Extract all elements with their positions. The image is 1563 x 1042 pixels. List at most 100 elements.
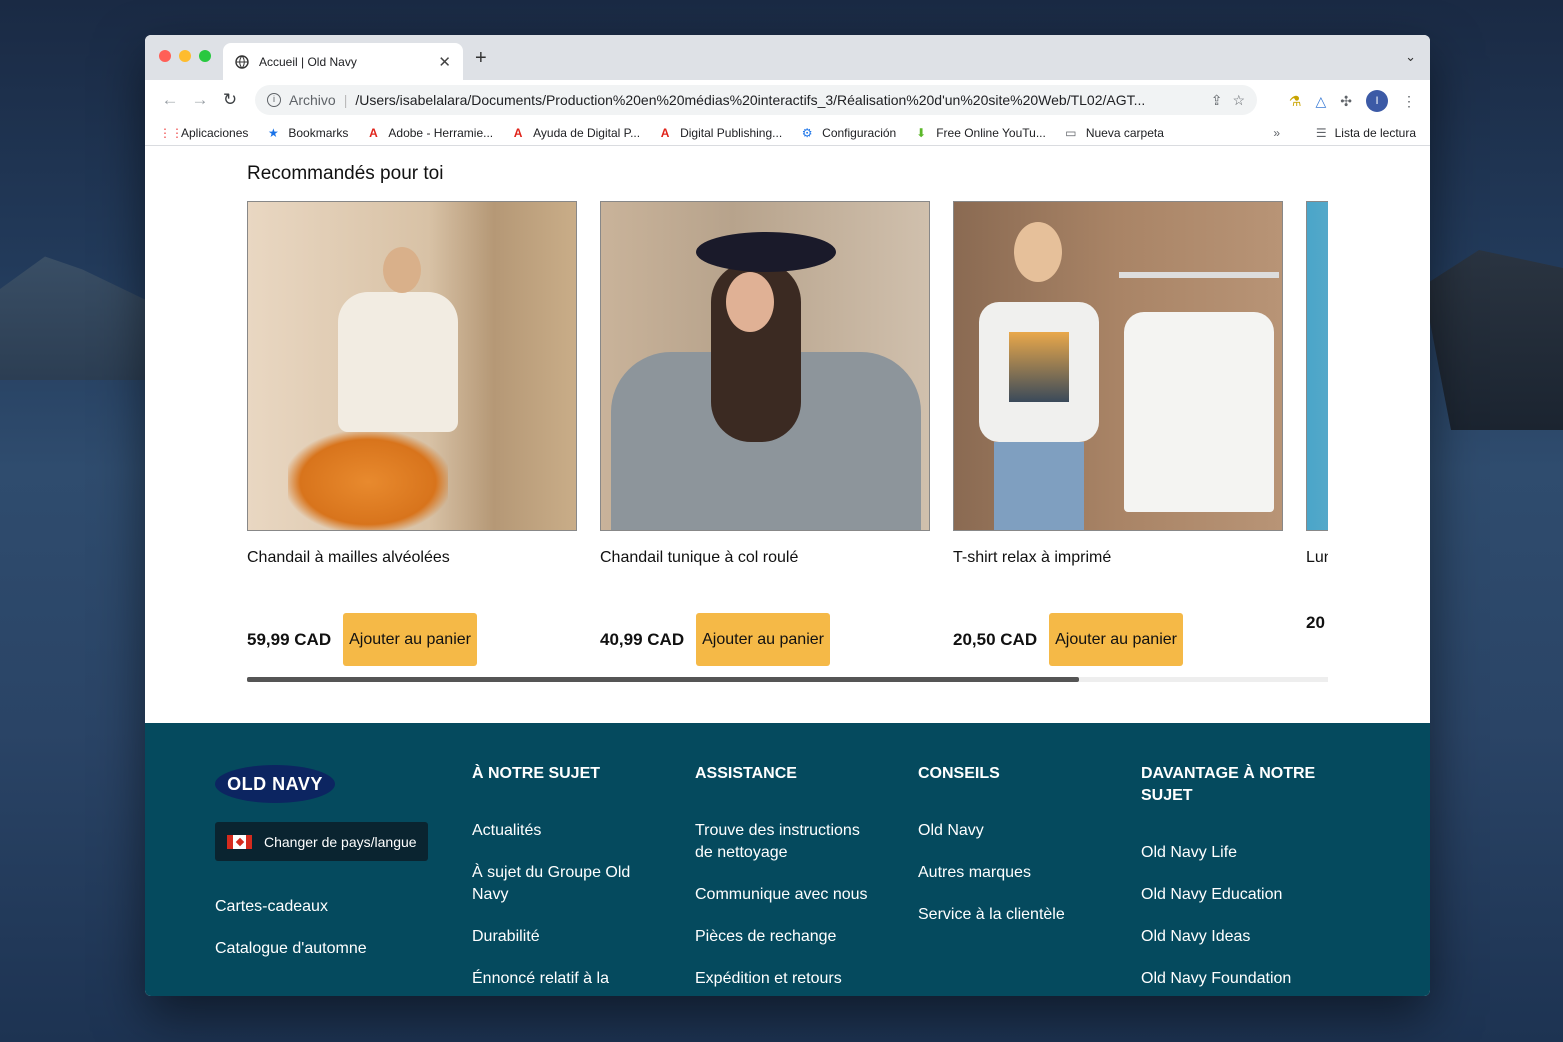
- product-card[interactable]: Chandail à mailles alvéolées 59,99 CAD A…: [247, 201, 577, 666]
- adobe-icon: A: [513, 125, 523, 140]
- window-controls: [159, 50, 211, 62]
- tab-strip: Accueil | Old Navy ✕ + ⌄: [145, 35, 1430, 80]
- footer-link[interactable]: Old Navy Life: [1141, 842, 1341, 864]
- extensions-area: ⚗ △ ✣ I ⋮: [1289, 90, 1416, 112]
- product-name[interactable]: Chandail à mailles alvéolées: [247, 549, 577, 603]
- product-image[interactable]: [600, 201, 930, 531]
- canada-flag-icon: [227, 834, 252, 849]
- tab-active[interactable]: Accueil | Old Navy ✕: [223, 43, 463, 80]
- bookmark-label: Adobe - Herramie...: [388, 125, 494, 140]
- maximize-window-button[interactable]: [199, 50, 211, 62]
- section-title: Recommandés pour toi: [247, 163, 444, 184]
- address-bar[interactable]: i Archivo | /Users/isabelalara/Documents…: [255, 85, 1257, 115]
- reading-list-button[interactable]: ☰ Lista de lectura: [1316, 126, 1416, 140]
- carousel-scrollbar[interactable]: [247, 677, 1328, 682]
- profile-avatar[interactable]: I: [1366, 90, 1388, 112]
- bookmark-digital-publishing[interactable]: A Digital Publishing...: [658, 126, 782, 140]
- footer-link[interactable]: Trouve des instructions de nettoyage: [695, 820, 875, 864]
- menu-kebab-icon[interactable]: ⋮: [1402, 93, 1416, 110]
- info-icon[interactable]: i: [267, 93, 281, 107]
- download-icon: ⬇: [916, 125, 927, 140]
- desktop-wallpaper-right: [1423, 250, 1563, 430]
- footer-link[interactable]: Autres marques: [918, 862, 1098, 884]
- product-image[interactable]: [953, 201, 1283, 531]
- reading-list-icon: ☰: [1315, 125, 1327, 140]
- add-to-cart-button[interactable]: Ajouter au panier: [343, 613, 477, 666]
- footer-link[interactable]: Énnoncé relatif à la: [472, 968, 642, 990]
- footer-link[interactable]: Old Navy: [918, 820, 1098, 842]
- footer-heading-assistance: ASSISTANCE: [695, 765, 797, 782]
- footer-link[interactable]: Communique avec nous: [695, 884, 885, 906]
- carousel-scrollbar-thumb[interactable]: [247, 677, 1080, 682]
- tab-search-chevron-icon[interactable]: ⌄: [1405, 49, 1416, 65]
- apps-grid-icon: ⋮⋮: [159, 125, 183, 140]
- product-price: 59,99 CAD: [247, 629, 332, 649]
- folder-icon: ▭: [1065, 125, 1077, 140]
- footer-link[interactable]: Actualités: [472, 820, 642, 842]
- url-separator: |: [343, 92, 348, 108]
- old-navy-logo[interactable]: OLD NAVY: [215, 765, 335, 803]
- footer-link-gift-cards[interactable]: Cartes-cadeaux: [215, 896, 328, 918]
- adobe-icon: A: [660, 125, 670, 140]
- product-price: 20: [1306, 613, 1325, 632]
- drive-extension-icon[interactable]: △: [1315, 93, 1326, 110]
- reload-icon[interactable]: ↻: [215, 90, 245, 110]
- footer-link[interactable]: À sujet du Groupe Old Navy: [472, 862, 642, 906]
- reading-list-label: Lista de lectura: [1334, 125, 1416, 140]
- product-image[interactable]: [247, 201, 577, 531]
- url-text[interactable]: /Users/isabelalara/Documents/Production%…: [355, 92, 1200, 108]
- gear-icon: ⚙: [801, 125, 813, 140]
- bookmark-label: Bookmarks: [288, 125, 349, 140]
- add-to-cart-button[interactable]: Ajouter au panier: [1049, 613, 1183, 666]
- bookmark-apps[interactable]: ⋮⋮ Aplicaciones: [159, 126, 248, 140]
- browser-window: Accueil | Old Navy ✕ + ⌄ ← → ↻ i Archivo…: [145, 35, 1430, 996]
- bookmark-adobe-tools[interactable]: A Adobe - Herramie...: [366, 126, 493, 140]
- footer-link[interactable]: Durabilité: [472, 926, 642, 948]
- tab-close-icon[interactable]: ✕: [438, 53, 451, 71]
- product-image[interactable]: [1306, 201, 1328, 531]
- puzzle-extensions-icon[interactable]: ✣: [1340, 93, 1352, 110]
- bookmark-settings[interactable]: ⚙ Configuración: [800, 126, 896, 140]
- footer-link[interactable]: Old Navy Ideas: [1141, 926, 1341, 948]
- share-icon[interactable]: ⇪: [1211, 92, 1223, 109]
- footer-link[interactable]: Pièces de rechange: [695, 926, 885, 948]
- bookmark-label: Nueva carpeta: [1085, 125, 1164, 140]
- bookmark-bookmarks[interactable]: ★ Bookmarks: [266, 126, 348, 140]
- bookmark-youtube-download[interactable]: ⬇ Free Online YouTu...: [914, 126, 1046, 140]
- product-card[interactable]: T-shirt relax à imprimé 20,50 CAD Ajoute…: [953, 201, 1283, 666]
- bookmark-star-icon[interactable]: ☆: [1232, 92, 1245, 109]
- recommendations-section: Recommandés pour toi Chandail à mailles …: [145, 146, 1430, 723]
- forward-arrow-icon[interactable]: →: [185, 90, 215, 110]
- change-country-label: Changer de pays/langue: [264, 833, 417, 850]
- bookmark-new-folder[interactable]: ▭ Nueva carpeta: [1064, 126, 1164, 140]
- bookmark-label: Digital Publishing...: [680, 125, 783, 140]
- product-price: 20,50 CAD: [953, 629, 1038, 649]
- product-carousel[interactable]: Chandail à mailles alvéolées 59,99 CAD A…: [247, 201, 1328, 681]
- bookmark-adobe-help[interactable]: A Ayuda de Digital P...: [511, 126, 640, 140]
- footer-link[interactable]: Expédition et retours: [695, 968, 885, 990]
- product-name[interactable]: Chandail tunique à col roulé: [600, 549, 930, 603]
- back-arrow-icon[interactable]: ←: [155, 90, 185, 110]
- footer-heading-about: À NOTRE SUJET: [472, 765, 601, 782]
- footer-heading-advice: CONSEILS: [918, 765, 1000, 782]
- page-content: Recommandés pour toi Chandail à mailles …: [145, 146, 1430, 996]
- footer-link-catalogue[interactable]: Catalogue d'automne: [215, 938, 367, 960]
- change-country-button[interactable]: Changer de pays/langue: [215, 822, 428, 861]
- flask-extension-icon[interactable]: ⚗: [1289, 93, 1302, 110]
- bookmarks-overflow-button[interactable]: »: [1273, 126, 1280, 140]
- product-name[interactable]: Lun: [1306, 549, 1328, 603]
- tab-title: Accueil | Old Navy: [259, 54, 357, 69]
- footer-link[interactable]: Old Navy Education: [1141, 884, 1341, 906]
- footer-heading-more-about: DAVANTAGE À NOTRE SUJET: [1141, 765, 1316, 804]
- product-card[interactable]: Lun 20: [1306, 201, 1328, 633]
- minimize-window-button[interactable]: [179, 50, 191, 62]
- footer-link[interactable]: Service à la clientèle: [918, 904, 1098, 926]
- new-tab-button[interactable]: +: [475, 47, 487, 70]
- add-to-cart-button[interactable]: Ajouter au panier: [696, 613, 830, 666]
- product-name[interactable]: T-shirt relax à imprimé: [953, 549, 1283, 603]
- star-icon: ★: [267, 125, 279, 140]
- globe-icon: [235, 54, 249, 69]
- close-window-button[interactable]: [159, 50, 171, 62]
- footer-link[interactable]: Old Navy Foundation: [1141, 968, 1341, 990]
- product-card[interactable]: Chandail tunique à col roulé 40,99 CAD A…: [600, 201, 930, 666]
